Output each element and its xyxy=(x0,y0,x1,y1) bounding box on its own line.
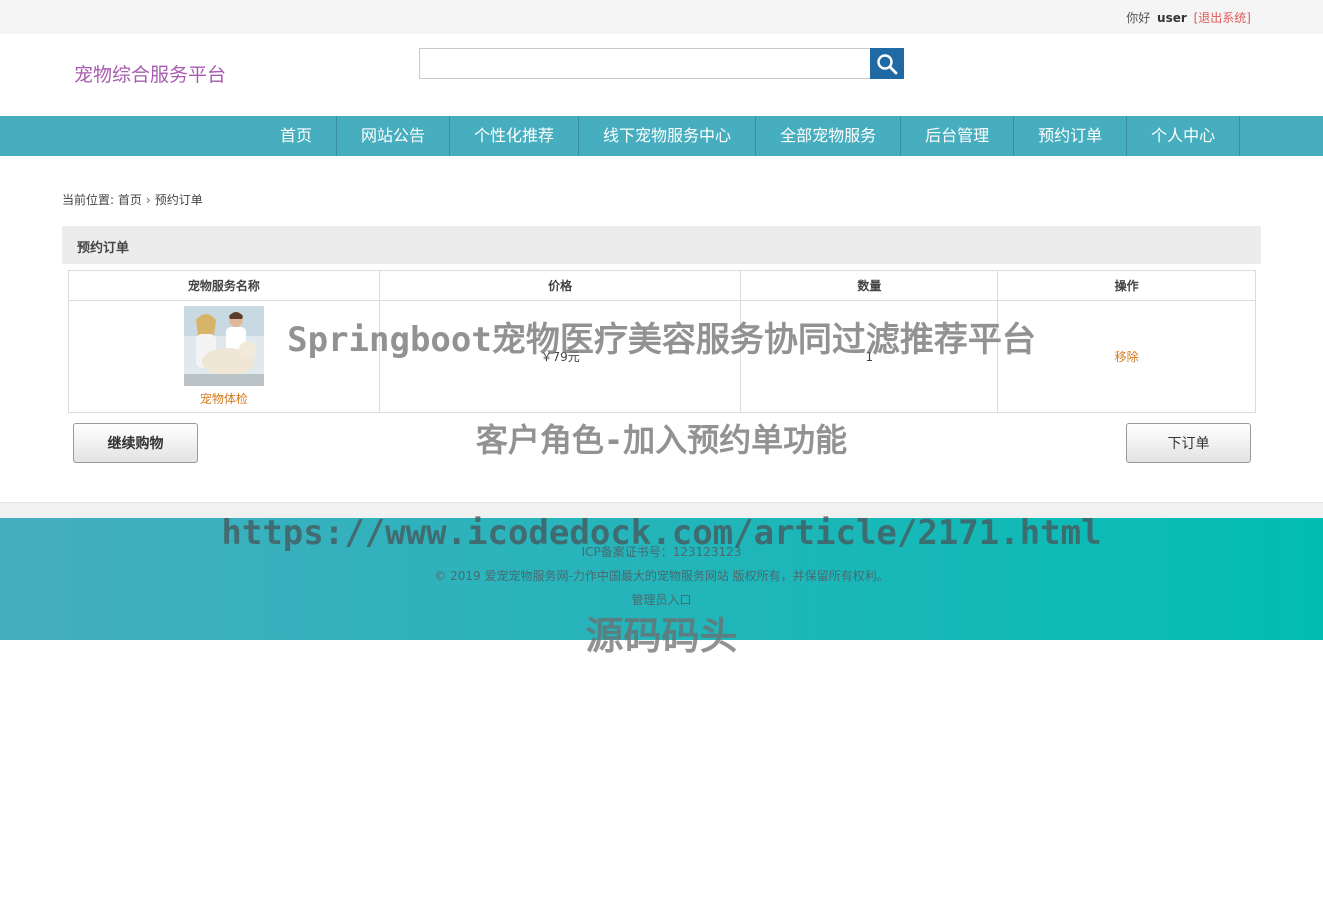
panel-header: 预约订单 xyxy=(62,226,1261,264)
header-quantity: 数量 xyxy=(740,270,999,301)
remove-link[interactable]: 移除 xyxy=(1115,350,1139,364)
nav-all-services[interactable]: 全部宠物服务 xyxy=(756,116,902,156)
breadcrumb-home[interactable]: 首页 xyxy=(118,193,142,207)
nav-recommendations[interactable]: 个性化推荐 xyxy=(450,116,580,156)
search-button[interactable] xyxy=(870,48,904,79)
quantity-cell: 1 xyxy=(740,300,999,413)
main-nav: 首页 网站公告 个性化推荐 线下宠物服务中心 全部宠物服务 后台管理 预约订单 … xyxy=(0,116,1323,156)
header-price: 价格 xyxy=(378,270,742,301)
nav-admin[interactable]: 后台管理 xyxy=(901,116,1015,156)
username: user xyxy=(1157,11,1187,25)
product-image[interactable] xyxy=(183,306,264,386)
greeting-text: 你好 xyxy=(1126,11,1151,25)
user-status: 你好 user [退出系统] xyxy=(1126,9,1251,26)
nav-announcements[interactable]: 网站公告 xyxy=(337,116,451,156)
nav-profile[interactable]: 个人中心 xyxy=(1127,116,1241,156)
order-table: 宠物服务名称 价格 数量 操作 宠物体检 ￥79元 1 移除 xyxy=(68,270,1256,413)
top-bar: 你好 user [退出系统] xyxy=(0,0,1323,34)
header-actions: 操作 xyxy=(997,270,1256,301)
place-order-button[interactable]: 下订单 xyxy=(1126,423,1251,463)
action-cell: 移除 xyxy=(997,300,1256,413)
service-cell: 宠物体检 xyxy=(68,300,380,413)
breadcrumb: 当前位置: 首页 › 预约订单 xyxy=(62,191,203,208)
price-cell: ￥79元 xyxy=(378,300,742,413)
watermark-subtitle: 客户角色-加入预约单功能 xyxy=(475,421,848,459)
panel-title: 预约订单 xyxy=(77,241,130,256)
nav-orders[interactable]: 预约订单 xyxy=(1014,116,1128,156)
search-icon xyxy=(877,53,898,74)
logout-link[interactable]: [退出系统] xyxy=(1194,11,1251,25)
header-service-name: 宠物服务名称 xyxy=(68,270,380,301)
nav-offline-centers[interactable]: 线下宠物服务中心 xyxy=(579,116,757,156)
footer: ICP备案证书号：123123123 © 2019 爱宠宠物服务网-力作中国最大… xyxy=(0,518,1323,640)
search-input[interactable] xyxy=(419,48,871,79)
table-header-row: 宠物服务名称 价格 数量 操作 xyxy=(68,270,1256,301)
product-name-link[interactable]: 宠物体检 xyxy=(200,390,248,407)
site-logo[interactable]: 宠物综合服务平台 xyxy=(74,60,226,87)
breadcrumb-current: 预约订单 xyxy=(154,193,203,207)
footer-divider xyxy=(0,502,1323,518)
copyright-text: © 2019 爱宠宠物服务网-力作中国最大的宠物服务网站 版权所有，并保留所有权… xyxy=(434,569,889,583)
nav-home[interactable]: 首页 xyxy=(256,116,338,156)
icp-text: ICP备案证书号：123123123 xyxy=(581,545,742,559)
table-row: 宠物体检 ￥79元 1 移除 xyxy=(68,300,1256,413)
breadcrumb-separator: › xyxy=(145,193,151,207)
breadcrumb-prefix: 当前位置: xyxy=(62,193,115,207)
admin-entry-link[interactable]: 管理员入口 xyxy=(0,591,1323,608)
continue-shopping-button[interactable]: 继续购物 xyxy=(73,423,198,463)
